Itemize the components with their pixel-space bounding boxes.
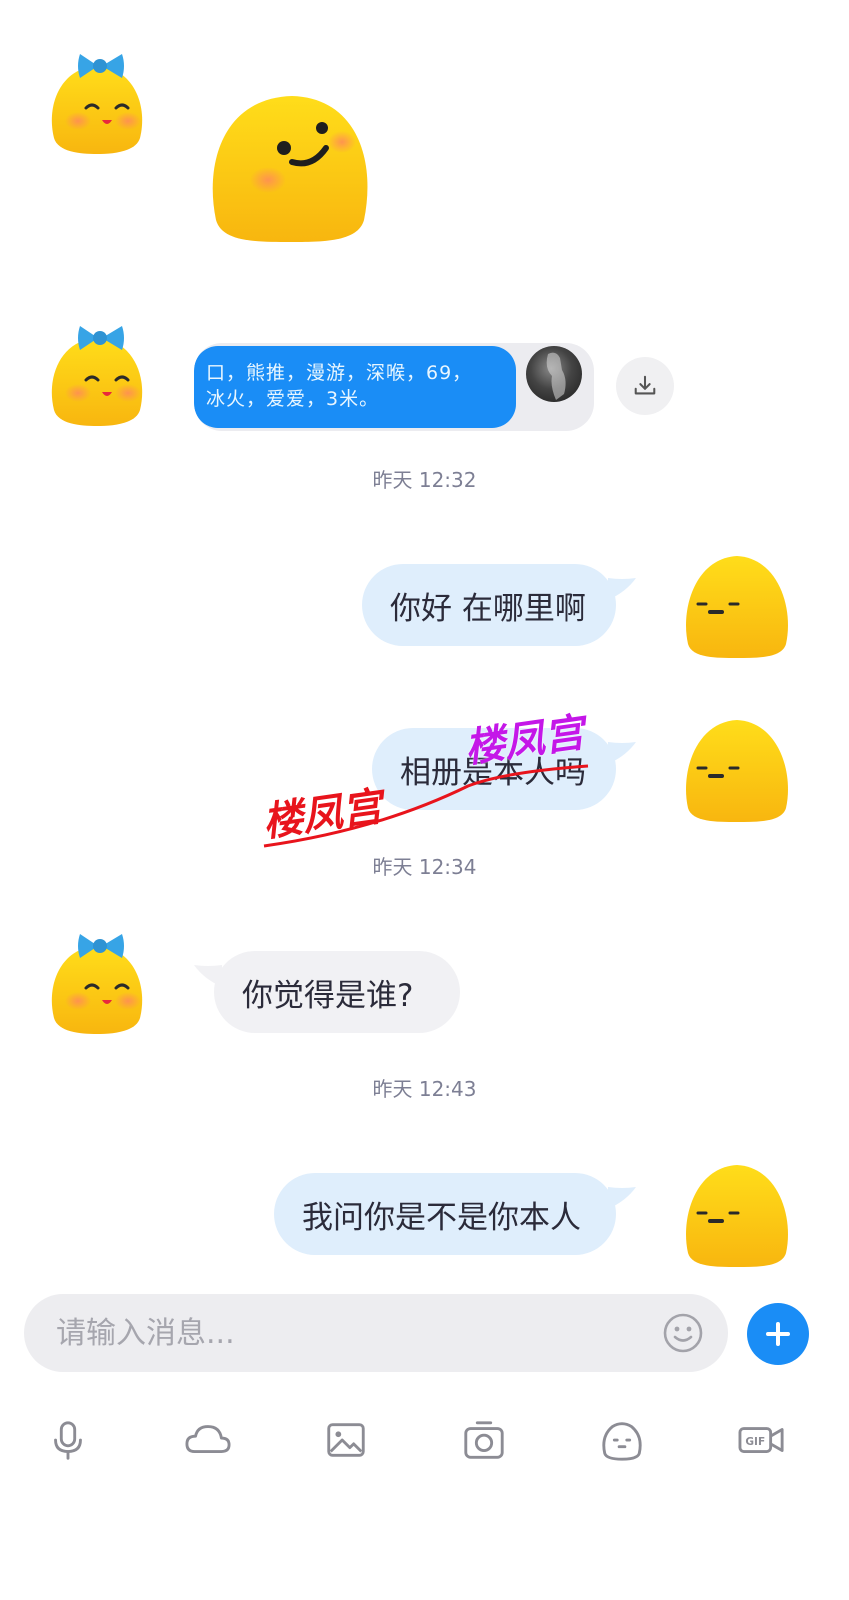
watermark-swoosh xyxy=(263,764,589,848)
big-smile-sticker[interactable] xyxy=(210,92,370,244)
message-input[interactable] xyxy=(54,1314,618,1352)
message-text: 我问你是不是你本人 xyxy=(302,1199,581,1236)
contact-avatar[interactable] xyxy=(42,46,152,156)
message-text: 你觉得是谁? xyxy=(242,977,414,1014)
message-text: 你好 在哪里啊 xyxy=(390,590,586,627)
image-icon xyxy=(327,1423,365,1457)
chat-screen: 口，熊推，漫游，深喉，69， 冰火，爱爱，3米。 昨天 12:32 你好 在哪里… xyxy=(0,0,849,1600)
contact-avatar[interactable] xyxy=(42,318,152,428)
camera-button[interactable] xyxy=(460,1416,508,1464)
cloud-icon xyxy=(185,1425,231,1453)
my-message-bubble[interactable]: 我问你是不是你本人 xyxy=(274,1173,636,1255)
shared-card-thumbnail xyxy=(526,346,582,402)
my-avatar[interactable] xyxy=(682,552,792,662)
message-input-container xyxy=(24,1294,728,1372)
timestamp: 昨天 12:32 xyxy=(372,468,477,492)
emoji-button[interactable] xyxy=(662,1312,704,1354)
shared-image-card[interactable]: 口，熊推，漫游，深喉，69， 冰火，爱爱，3米。 xyxy=(194,343,594,431)
gif-icon: GIF xyxy=(738,1427,784,1453)
photo-button[interactable] xyxy=(322,1416,370,1464)
camera-icon xyxy=(464,1421,504,1459)
download-icon xyxy=(634,375,656,395)
svg-text:GIF: GIF xyxy=(745,1436,765,1448)
more-actions-button[interactable] xyxy=(747,1303,809,1365)
plus-icon xyxy=(766,1322,790,1346)
timestamp: 昨天 12:43 xyxy=(372,1077,477,1101)
microphone-icon xyxy=(54,1421,82,1460)
download-button[interactable] xyxy=(616,357,674,415)
gif-button[interactable]: GIF xyxy=(736,1416,788,1464)
input-toolbar: GIF xyxy=(0,1416,849,1466)
voice-button[interactable] xyxy=(44,1416,92,1464)
smiley-icon xyxy=(663,1313,703,1353)
my-message-bubble[interactable]: 你好 在哪里啊 xyxy=(362,564,636,646)
cloud-button[interactable] xyxy=(182,1416,234,1464)
sticker-button[interactable] xyxy=(598,1416,646,1464)
shared-card-text: 口，熊推，漫游，深喉，69， 冰火，爱爱，3米。 xyxy=(194,346,516,428)
my-avatar[interactable] xyxy=(682,716,792,826)
shared-card-line: 冰火，爱爱，3米。 xyxy=(206,388,380,410)
my-avatar[interactable] xyxy=(682,1161,792,1271)
their-message-bubble[interactable]: 你觉得是谁? xyxy=(194,951,460,1033)
shared-card-line: 口，熊推，漫游，深喉，69， xyxy=(206,362,473,384)
contact-avatar[interactable] xyxy=(42,926,152,1036)
sticker-face-icon xyxy=(602,1422,642,1461)
timestamp: 昨天 12:34 xyxy=(372,855,477,879)
